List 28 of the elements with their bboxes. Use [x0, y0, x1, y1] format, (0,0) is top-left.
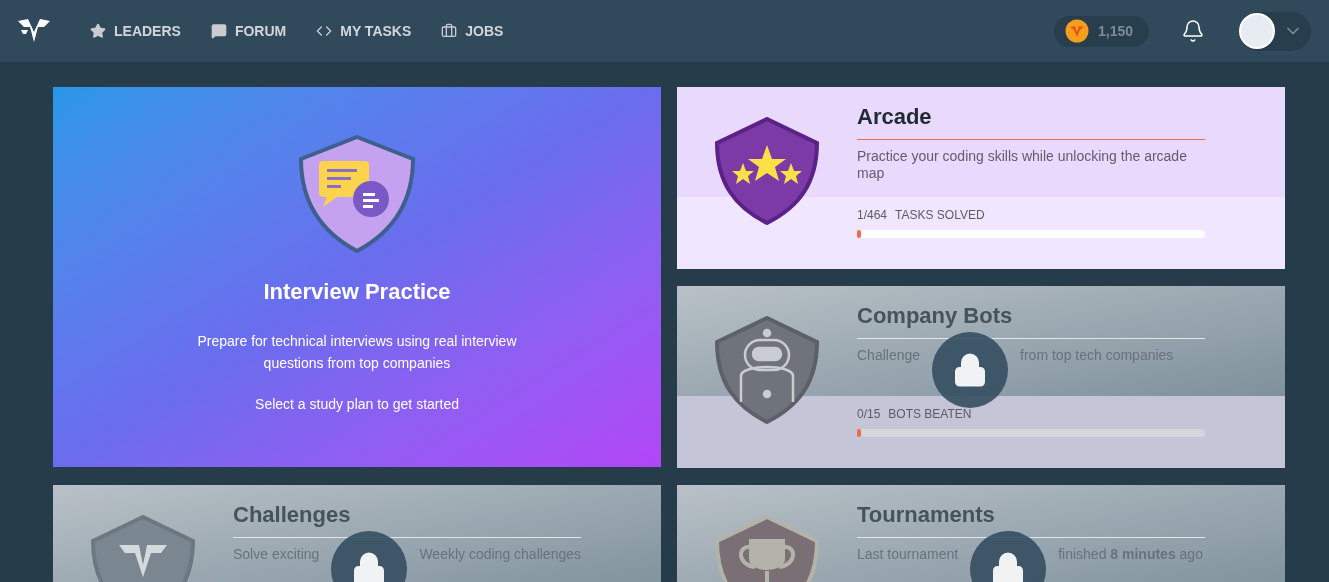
coin-icon — [1064, 19, 1089, 43]
nav-icon — [316, 23, 333, 39]
robot-shield-icon — [715, 316, 819, 424]
game-mode-card[interactable]: Arcade Practice your coding skills while unlocking the arcade map 1/464 TASKS SOLVED — [677, 87, 1285, 269]
progress-label: BOTS BEATEN — [888, 406, 972, 423]
featured-title: Interview Practice — [263, 278, 451, 306]
nav-link[interactable]: JOBS — [441, 20, 504, 42]
card-description: Practice your coding skills while unlocking the arcade map — [857, 148, 1188, 183]
notifications-icon[interactable] — [1181, 19, 1205, 43]
nav-link[interactable]: MY TASKS — [316, 20, 412, 42]
nav-link[interactable]: FORUM — [210, 20, 287, 42]
card-title: Arcade — [857, 103, 1205, 140]
card-description: Challenge — [857, 347, 921, 364]
nav-link[interactable]: LEADERS — [90, 20, 181, 42]
avatar — [1239, 13, 1275, 49]
featured-card[interactable]: Interview Practice Prepare for technical interviews using real interview questions from top companies Select a study plan to get started — [53, 87, 661, 467]
nav-icon — [441, 23, 458, 39]
star-shield-icon — [715, 117, 819, 225]
progress-label: TASKS SOLVED — [895, 207, 985, 224]
profile-menu[interactable] — [1239, 11, 1311, 51]
featured-description: Prepare for technical interviews using real interview questions from top companies — [196, 332, 518, 373]
nav-icon — [210, 23, 227, 39]
featured-call-to-action[interactable]: Select a study plan to get started — [255, 394, 459, 415]
progress-count: 1/464 — [857, 207, 888, 224]
nav-icon — [90, 23, 106, 39]
progress-count: 0/15 — [857, 406, 881, 423]
chat-shield-icon — [299, 135, 415, 253]
coin-balance[interactable]: 1,150 — [1053, 15, 1149, 47]
